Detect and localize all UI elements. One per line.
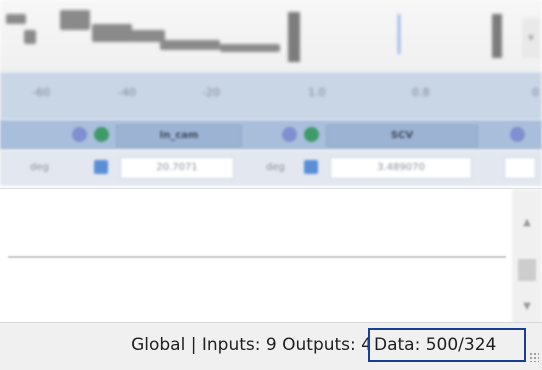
- channel-link-icon[interactable]: [94, 127, 109, 142]
- preview-blob: [92, 24, 132, 42]
- axis-tick: 0.8: [412, 86, 430, 99]
- preview-blob: [160, 40, 220, 50]
- preview-blob: [220, 44, 280, 52]
- status-data-field[interactable]: Data: 500/324: [368, 328, 526, 362]
- channel-value-field[interactable]: 20.7071: [120, 157, 234, 179]
- status-scope: Global: [131, 335, 186, 355]
- scrollbar-thumb[interactable]: [518, 259, 536, 281]
- channel-status-icon[interactable]: [72, 127, 87, 142]
- status-summary: Global | Inputs: 9 Outputs: 4: [131, 335, 372, 355]
- panel-divider[interactable]: [8, 256, 506, 258]
- channel-enable-checkbox[interactable]: [304, 160, 318, 174]
- status-inputs-count: 9: [265, 335, 277, 355]
- plot-preview-strip: ▾: [0, 0, 542, 72]
- axis-tick: -20: [202, 86, 220, 99]
- preview-marker: [398, 14, 400, 54]
- channel-value-field[interactable]: [504, 157, 536, 179]
- axis-tick: -40: [118, 86, 136, 99]
- status-inputs-label: Inputs:: [201, 335, 261, 355]
- channel-header-row: In_cam SCV: [0, 120, 542, 150]
- resize-grip-icon[interactable]: [529, 352, 539, 362]
- channel-link-icon[interactable]: [304, 127, 319, 142]
- channel-status-icon[interactable]: [510, 127, 525, 142]
- channel-status-icon[interactable]: [282, 127, 297, 142]
- chevron-down-icon[interactable]: ▾: [522, 18, 540, 58]
- channel-values-row: deg 20.7071 deg 3.489070: [0, 150, 542, 186]
- channel-label-scv[interactable]: SCV: [326, 125, 478, 147]
- status-bar: Global | Inputs: 9 Outputs: 4 Data: 500/…: [0, 322, 542, 370]
- unit-label: deg: [266, 162, 285, 173]
- axis-tick-row: -60 -40 -20 1.0 0.8 0: [0, 72, 542, 120]
- content-panel: ▲ ▼: [0, 188, 542, 323]
- status-data-label: Data:: [374, 335, 421, 355]
- channel-label-in-cam[interactable]: In_cam: [116, 125, 242, 147]
- channel-value-field[interactable]: 3.489070: [330, 157, 472, 179]
- preview-blob: [60, 10, 90, 30]
- channel-enable-checkbox[interactable]: [94, 160, 108, 174]
- scroll-down-icon[interactable]: ▼: [512, 301, 542, 312]
- preview-blob: [24, 30, 36, 44]
- vertical-scrollbar[interactable]: ▲ ▼: [512, 189, 542, 323]
- status-data-value: 500/324: [425, 335, 497, 355]
- scroll-up-icon[interactable]: ▲: [512, 217, 542, 228]
- preview-blob: [6, 14, 26, 24]
- axis-tick: 0: [532, 86, 539, 99]
- preview-bar: [492, 14, 502, 58]
- unit-label: deg: [30, 162, 49, 173]
- axis-tick: -60: [32, 86, 50, 99]
- status-outputs-label: Outputs:: [282, 335, 356, 355]
- preview-bar: [288, 12, 300, 62]
- axis-tick: 1.0: [308, 86, 326, 99]
